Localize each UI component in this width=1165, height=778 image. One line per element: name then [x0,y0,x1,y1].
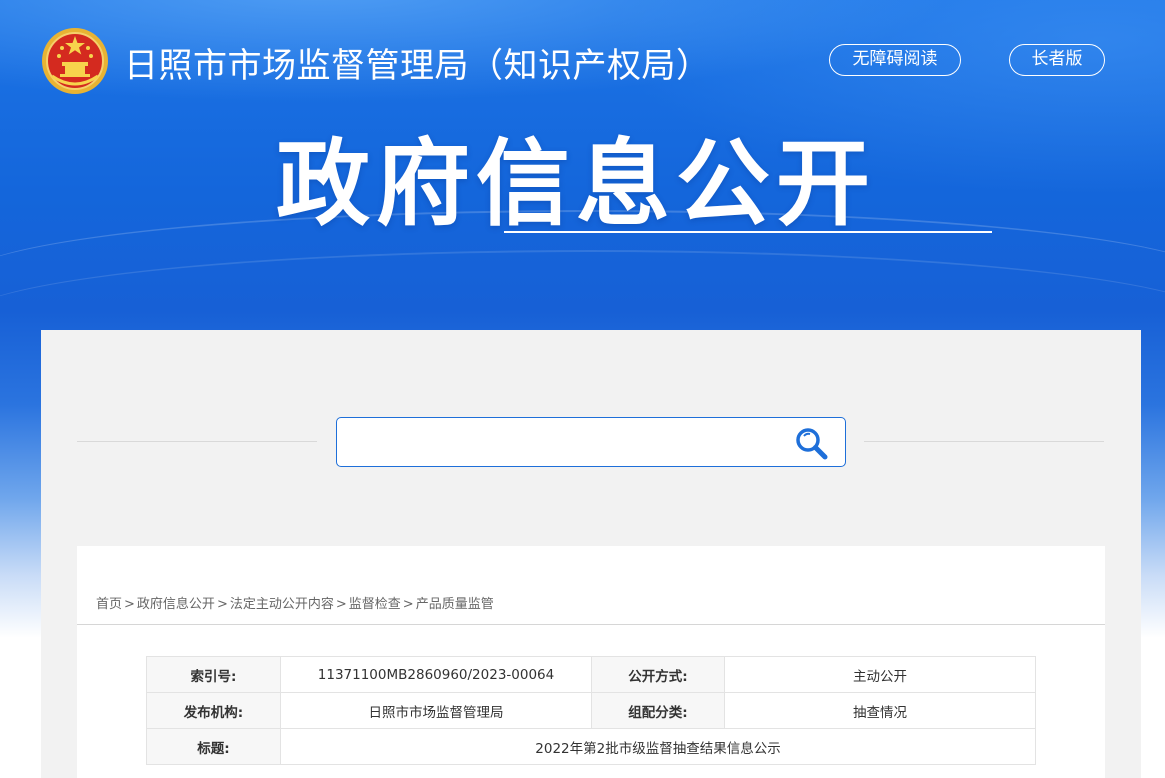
method-value: 主动公开 [724,656,1036,693]
title-label: 标题: [146,728,281,765]
table-row: 发布机构: 日照市市场监督管理局 组配分类: 抽查情况 [146,692,1036,729]
category-label: 组配分类: [591,692,725,729]
publisher-label: 发布机构: [146,692,281,729]
breadcrumb-statutory[interactable]: 法定主动公开内容 [230,597,334,612]
breadcrumb-separator: > [402,597,414,612]
index-label: 索引号: [146,656,281,693]
breadcrumb-separator: > [216,597,228,612]
breadcrumb: 首页 > 政府信息公开 > 法定主动公开内容 > 监督检查 > 产品质量监管 [96,593,494,612]
category-value: 抽查情况 [724,692,1036,729]
search-divider-right [864,441,1104,442]
info-table: 索引号: 11371100MB2860960/2023-00064 公开方式: … [146,656,1036,765]
table-row: 索引号: 11371100MB2860960/2023-00064 公开方式: … [146,656,1036,693]
search-box [336,417,846,467]
breadcrumb-product-quality[interactable]: 产品质量监管 [416,597,494,612]
content-divider [77,624,1105,625]
breadcrumb-separator: > [335,597,347,612]
search-icon[interactable] [793,425,831,463]
breadcrumb-supervision[interactable]: 监督检查 [349,597,401,612]
search-input[interactable] [345,426,785,458]
national-emblem-icon[interactable] [40,26,110,96]
hero-underline [504,231,992,233]
hero-title: 政府信息公开 [276,130,877,239]
elder-mode-button[interactable]: 长者版 [1009,44,1105,76]
breadcrumb-home[interactable]: 首页 [96,597,122,612]
site-title[interactable]: 日照市市场监督管理局（知识产权局） [124,38,711,87]
search-divider-left [77,441,317,442]
breadcrumb-gov-info[interactable]: 政府信息公开 [137,597,215,612]
index-value: 11371100MB2860960/2023-00064 [280,656,592,693]
publisher-value: 日照市市场监督管理局 [280,692,592,729]
page: 日照市市场监督管理局（知识产权局） 无障碍阅读 长者版 政府信息公开 首页 > 政府… [0,0,1165,778]
accessibility-button[interactable]: 无障碍阅读 [829,44,961,76]
table-row: 标题: 2022年第2批市级监督抽查结果信息公示 [146,728,1036,765]
title-value: 2022年第2批市级监督抽查结果信息公示 [280,728,1036,765]
method-label: 公开方式: [591,656,725,693]
breadcrumb-separator: > [124,597,135,612]
